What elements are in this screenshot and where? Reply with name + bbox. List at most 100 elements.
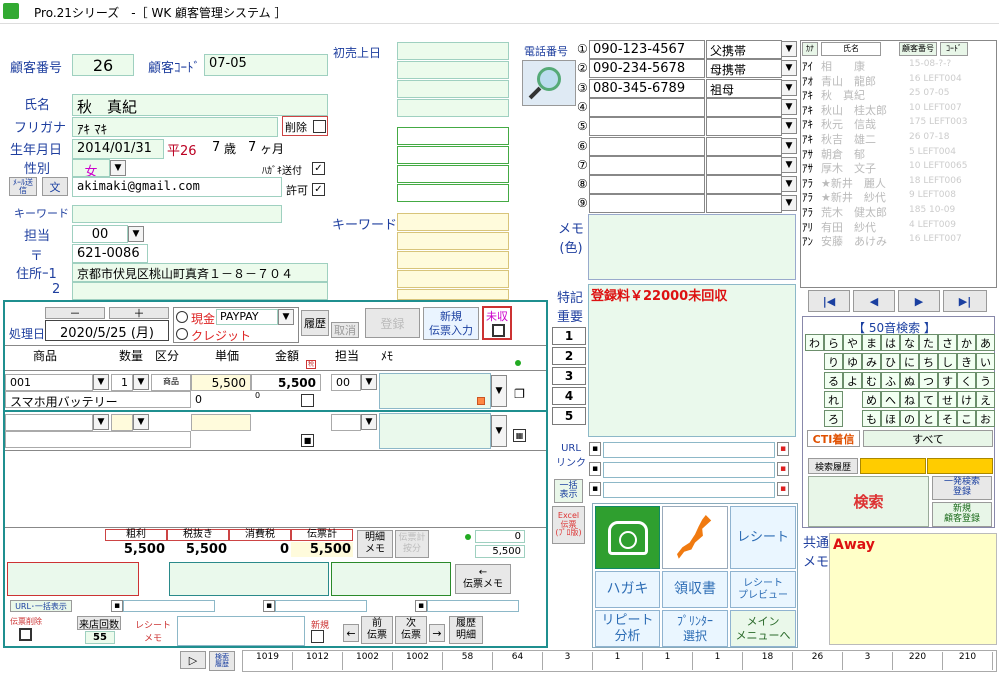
zip-field[interactable]: 621-0086	[72, 244, 148, 263]
kana-key[interactable]: に	[900, 353, 919, 370]
row-1-memo[interactable]	[379, 373, 491, 409]
phone-relation-field[interactable]	[706, 175, 782, 195]
kana-key[interactable]: な	[900, 334, 919, 351]
mid-field-2[interactable]	[397, 80, 509, 98]
kana-key[interactable]: お	[976, 410, 995, 427]
register-button[interactable]: 登録	[365, 308, 420, 338]
kubun-field[interactable]: 商品	[151, 374, 191, 391]
nav-first-button[interactable]: |◀	[808, 290, 850, 312]
nav-next-button[interactable]: ▶	[898, 290, 940, 312]
mid-field-4[interactable]	[397, 127, 509, 145]
list-item[interactable]: ｱﾗ ★新井 麗人 18 LEFT006	[801, 175, 997, 190]
url-link-dot[interactable]: ▪	[589, 482, 601, 496]
kana-field[interactable]: ｱｷ ﾏｷ	[72, 117, 278, 137]
item-name-field[interactable]: スマホ用バッテリー	[5, 391, 191, 408]
kana-key[interactable]: と	[919, 410, 938, 427]
row-2-staff-dropdown[interactable]: ▼	[361, 414, 377, 430]
customer-number-field[interactable]: 26	[72, 54, 134, 76]
kana-key[interactable]: ろ	[824, 410, 843, 427]
row-2-memo-dropdown[interactable]: ▼	[491, 415, 507, 447]
url-box-3[interactable]	[427, 600, 519, 612]
mid-field-5[interactable]	[397, 146, 509, 164]
phone-number-field[interactable]: 080-345-6789	[589, 78, 705, 98]
new-checkbox[interactable]	[311, 630, 324, 643]
kana-key[interactable]: け	[957, 391, 976, 408]
list-item[interactable]: ｱｲ 相 康 15-08-?-?	[801, 58, 997, 73]
url-open-dot[interactable]: ▪	[777, 462, 789, 476]
item-code-field[interactable]: 001	[5, 374, 93, 391]
phone-relation-field[interactable]	[706, 97, 782, 117]
date-plus-button[interactable]: ＋	[109, 307, 169, 320]
keyword-select-3[interactable]	[397, 251, 509, 269]
phone-relation-dropdown[interactable]: ▼	[781, 118, 797, 135]
cash-radio[interactable]	[176, 311, 188, 323]
postcard-button[interactable]: ハガキ	[595, 571, 660, 608]
kana-key[interactable]: こ	[957, 410, 976, 427]
kana-key[interactable]: も	[862, 410, 881, 427]
kana-key[interactable]: む	[862, 372, 881, 389]
history-button[interactable]: 履歴	[301, 310, 329, 336]
url-link-field[interactable]	[603, 482, 775, 498]
kana-key[interactable]: す	[938, 372, 957, 389]
phone-relation-field[interactable]	[706, 194, 782, 214]
list-item[interactable]: ｱﾝ 安藤 あけみ 16 LEFT007	[801, 233, 997, 248]
list-item[interactable]: ｱｻ 朝倉 郁 5 LEFT004	[801, 146, 997, 161]
search-history-small[interactable]: 検索 履歴	[209, 651, 235, 671]
payment-dropdown[interactable]: ▼	[278, 309, 294, 325]
kana-key[interactable]: し	[938, 353, 957, 370]
row-2-grid-icon[interactable]: ▦	[513, 429, 526, 442]
mail-send-button[interactable]: ﾒｰﾙ送信	[9, 177, 37, 196]
email-field[interactable]: akimaki@gmail.com	[72, 177, 282, 197]
phone-relation-field[interactable]: 母携帯	[706, 59, 782, 79]
phone-relation-dropdown[interactable]: ▼	[781, 176, 797, 193]
url-link-dot[interactable]: ▪	[589, 462, 601, 476]
url-dot-1[interactable]: ▪	[111, 600, 123, 612]
receipt-memo-box[interactable]	[177, 616, 305, 646]
kana-key[interactable]: わ	[805, 334, 824, 351]
list-item[interactable]: ｱｷ 秋吉 雄二 26 07-18	[801, 131, 997, 146]
gender-field[interactable]: 女	[72, 159, 110, 177]
list-item[interactable]: ｱｷ 秋山 桂太郎 10 LEFT007	[801, 102, 997, 117]
row-2-qty[interactable]	[111, 414, 133, 431]
row-2-memo[interactable]	[379, 413, 491, 449]
mid-field-3[interactable]	[397, 99, 509, 117]
ryoshu-button[interactable]: 領収書	[662, 571, 728, 608]
kana-key[interactable]: ふ	[881, 372, 900, 389]
slip-total-apportion-button[interactable]: 伝票計 按分	[395, 530, 429, 558]
delete-box[interactable]: 削除	[282, 116, 328, 136]
kana-key[interactable]: り	[824, 353, 843, 370]
kana-key[interactable]: の	[900, 410, 919, 427]
kana-key[interactable]: つ	[919, 372, 938, 389]
list-item[interactable]: ｱｷ 秋元 信哉 175 LEFT003	[801, 116, 997, 131]
search-button[interactable]: 検索	[808, 476, 929, 527]
memo-tab-3[interactable]: 3	[552, 367, 586, 385]
address1-field[interactable]: 京都市伏見区桃山町真斉１－８－７０４	[72, 263, 328, 282]
kana-key[interactable]: ゆ	[843, 353, 862, 370]
unpaid-checkbox[interactable]	[492, 324, 505, 337]
keyword-field[interactable]	[72, 205, 282, 223]
kana-key[interactable]: え	[976, 391, 995, 408]
next-arrow-button[interactable]: →	[429, 624, 445, 642]
row-2-price[interactable]	[191, 414, 251, 431]
url-open-dot[interactable]: ▪	[777, 442, 789, 456]
cancel-button[interactable]: 取消	[331, 322, 359, 338]
keyword-select-4[interactable]	[397, 270, 509, 288]
unit-price-field[interactable]: 5,500	[191, 374, 251, 391]
slip-memo-box-2[interactable]	[169, 562, 329, 596]
url-link-field[interactable]	[603, 442, 775, 458]
mid-field-7[interactable]	[397, 184, 509, 202]
url-box-1[interactable]	[123, 600, 215, 612]
phone-relation-dropdown[interactable]: ▼	[781, 195, 797, 212]
name-field[interactable]: 秋 真紀	[72, 94, 328, 116]
list-header-cell[interactable]: ｺｰﾄﾞ	[940, 42, 968, 56]
slip-memo-box-1[interactable]	[7, 562, 139, 596]
kana-key[interactable]: め	[862, 391, 881, 408]
kana-key[interactable]: あ	[976, 334, 995, 351]
phone-number-field[interactable]	[589, 194, 705, 214]
history-detail-button[interactable]: 履歴 明細	[449, 616, 483, 644]
qty-field[interactable]: 1	[111, 374, 133, 391]
kana-key[interactable]: ま	[862, 334, 881, 351]
phone-relation-field[interactable]	[706, 117, 782, 137]
phone-number-field[interactable]	[589, 155, 705, 175]
keyword-select-1[interactable]	[397, 213, 509, 231]
